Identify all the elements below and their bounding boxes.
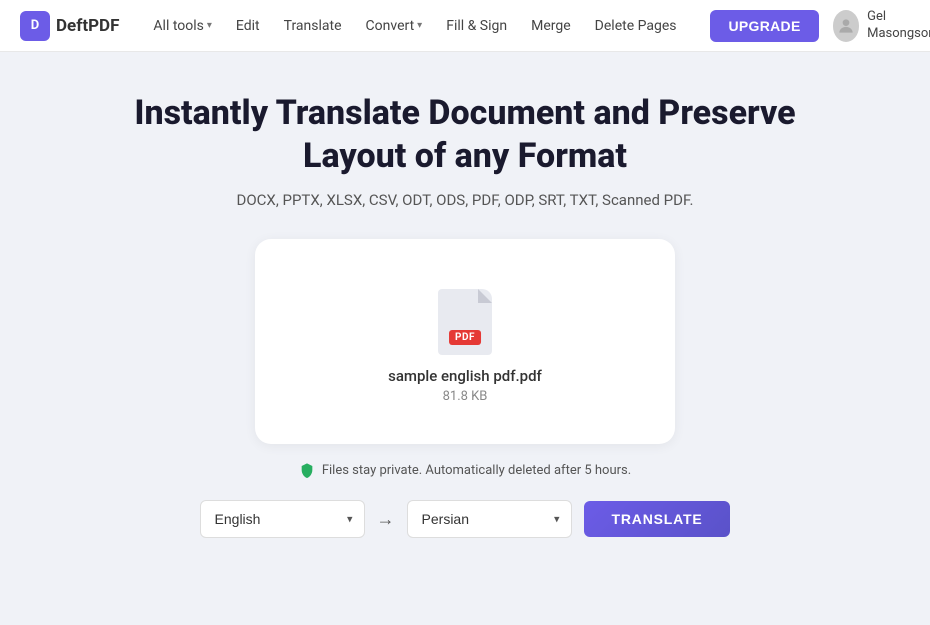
logo-name: DeftPDF — [56, 16, 119, 36]
chevron-down-icon: ▾ — [417, 20, 422, 31]
translate-button[interactable]: TRANSLATE — [584, 501, 731, 537]
page-title: Instantly Translate Document and Preserv… — [115, 92, 815, 177]
user-name: Gel Masongsong — [867, 9, 930, 43]
nav-items: All tools ▾ Edit Translate Convert ▾ Fil… — [143, 12, 686, 40]
pdf-file-icon: PDF — [438, 289, 492, 355]
target-language-wrapper: English Spanish French German Portuguese… — [407, 500, 572, 538]
avatar — [833, 10, 860, 42]
nav-merge[interactable]: Merge — [521, 12, 581, 40]
pdf-badge: PDF — [449, 330, 481, 345]
nav-right: UPGRADE Gel Masongsong — [710, 9, 930, 43]
logo[interactable]: D DeftPDF — [20, 11, 119, 41]
nav-delete-pages[interactable]: Delete Pages — [585, 12, 687, 40]
privacy-note: Files stay private. Automatically delete… — [299, 462, 631, 478]
navbar: D DeftPDF All tools ▾ Edit Translate Con… — [0, 0, 930, 52]
nav-convert[interactable]: Convert ▾ — [356, 12, 433, 40]
file-name: sample english pdf.pdf — [388, 367, 542, 385]
file-icon-body: PDF — [438, 289, 492, 355]
translate-controls: English Spanish French German Portuguese… — [200, 500, 731, 538]
arrow-icon: → — [377, 509, 395, 530]
file-icon-fold — [478, 289, 492, 303]
source-language-wrapper: English Spanish French German Portuguese… — [200, 500, 365, 538]
nav-edit[interactable]: Edit — [226, 12, 270, 40]
chevron-down-icon: ▾ — [207, 20, 212, 31]
logo-icon: D — [20, 11, 50, 41]
target-language-select[interactable]: English Spanish French German Portuguese… — [407, 500, 572, 538]
user-menu[interactable]: Gel Masongsong — [833, 9, 930, 43]
page-subtitle: DOCX, PPTX, XLSX, CSV, ODT, ODS, PDF, OD… — [236, 191, 693, 209]
source-language-select[interactable]: English Spanish French German Portuguese… — [200, 500, 365, 538]
file-card: PDF sample english pdf.pdf 81.8 KB — [255, 239, 675, 444]
nav-translate[interactable]: Translate — [274, 12, 352, 40]
nav-all-tools[interactable]: All tools ▾ — [143, 12, 222, 40]
main-content: Instantly Translate Document and Preserv… — [0, 52, 930, 568]
file-size: 81.8 KB — [443, 389, 488, 404]
shield-icon — [299, 462, 315, 478]
nav-fill-sign[interactable]: Fill & Sign — [436, 12, 517, 40]
upgrade-button[interactable]: UPGRADE — [710, 10, 818, 42]
